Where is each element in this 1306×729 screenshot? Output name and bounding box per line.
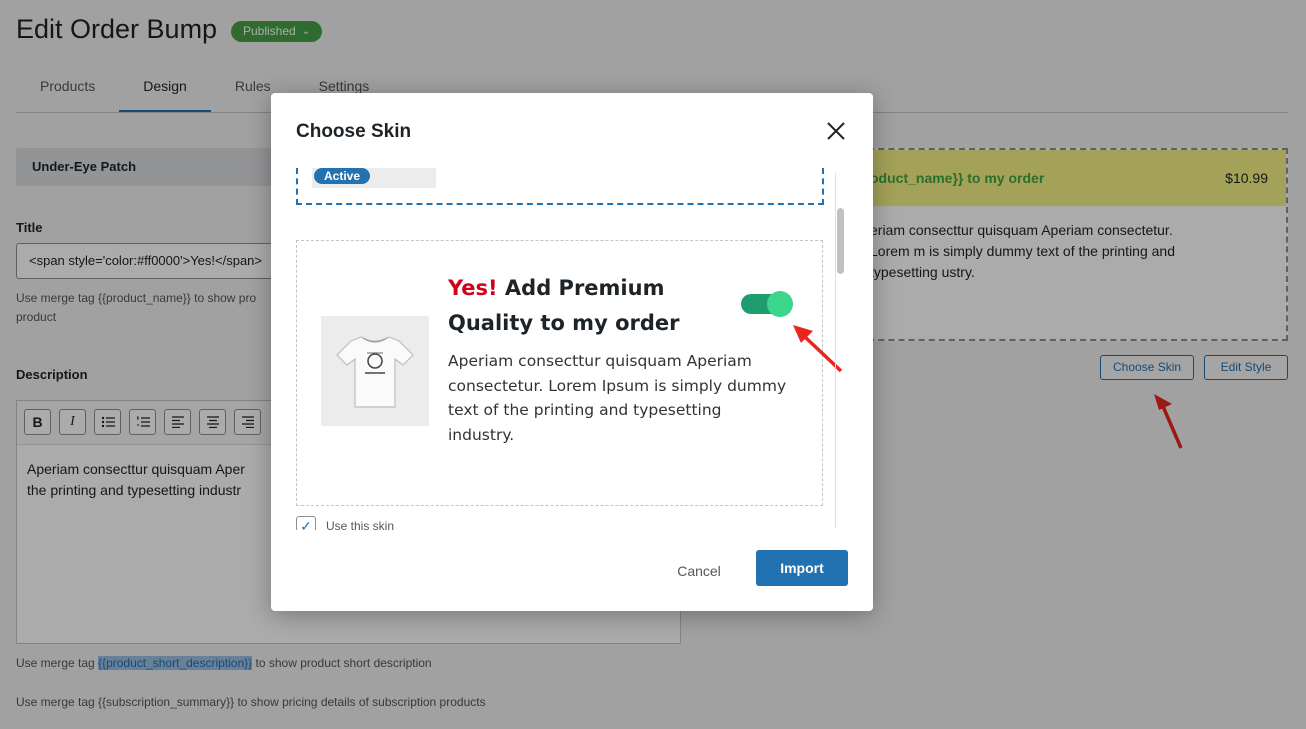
use-skin-option[interactable]: ✓ Use this skin <box>296 516 394 530</box>
modal-title: Choose Skin <box>296 121 412 142</box>
tshirt-image <box>321 316 429 426</box>
skin-description: Aperiam consecttur quisquam Aperiam cons… <box>448 352 787 444</box>
use-skin-label: Use this skin <box>326 519 395 530</box>
skin-card-active[interactable]: Active <box>296 168 824 205</box>
scrollbar-thumb[interactable] <box>837 208 844 274</box>
close-icon[interactable] <box>824 121 848 145</box>
skin-toggle[interactable] <box>741 291 793 317</box>
import-button[interactable]: Import <box>756 550 848 586</box>
checkmark-icon[interactable]: ✓ <box>296 516 316 530</box>
skin-heading: Yes! Add Premium Quality to my order <box>448 271 708 341</box>
toggle-knob <box>767 291 793 317</box>
active-badge: Active <box>314 168 371 184</box>
skin-yes: Yes! <box>448 276 498 300</box>
skin-list[interactable]: Active Yes! Add Premium Quality to my or… <box>296 168 848 530</box>
choose-skin-modal: Choose Skin Active Yes! Add Premium Qual… <box>271 93 873 611</box>
skin-card[interactable]: Yes! Add Premium Quality to my order Ape… <box>296 240 843 506</box>
cancel-button[interactable]: Cancel <box>663 556 735 586</box>
